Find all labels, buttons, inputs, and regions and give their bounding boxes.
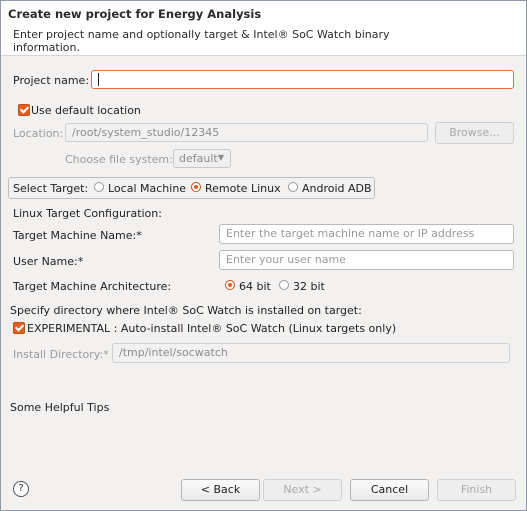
file-system-value: default [179,152,218,165]
socwatch-section-label: Specify directory where Intel® SoC Watch… [10,304,362,317]
chevron-down-icon: ▼ [217,153,224,162]
file-system-label: Choose file system: [65,153,173,166]
arch-label: Target Machine Architecture: [13,280,172,293]
dialog-header: Create new project for Energy Analysis E… [1,1,526,56]
radio-64-bit[interactable] [225,280,235,290]
browse-button[interactable]: Browse... [435,122,514,144]
next-button[interactable]: Next > [263,479,342,501]
finish-button[interactable]: Finish [437,479,516,501]
option-remote-linux-label: Remote Linux [205,182,281,195]
new-project-dialog: Create new project for Energy Analysis E… [0,0,527,511]
auto-install-label: EXPERIMENTAL : Auto-install Intel® SoC W… [27,322,397,335]
radio-remote-linux[interactable] [191,182,201,192]
use-default-location-label: Use default location [31,104,141,117]
use-default-location-checkbox[interactable] [18,104,30,116]
machine-name-input[interactable]: Enter the target machine name or IP addr… [219,224,514,244]
dialog-title: Create new project for Energy Analysis [8,7,262,21]
location-input[interactable]: /root/system_studio/12345 [65,123,428,142]
user-name-label: User Name:* [13,255,84,268]
project-name-input[interactable] [91,70,514,89]
cancel-button[interactable]: Cancel [350,479,429,501]
back-button[interactable]: < Back [181,479,260,501]
dialog-description: Enter project name and optionally target… [13,28,390,54]
option-local-machine-label: Local Machine [108,182,187,195]
arch-64-bit-label: 64 bit [239,280,271,293]
linux-config-section-label: Linux Target Configuration: [13,207,162,220]
file-system-select[interactable]: default ▼ [173,149,231,168]
install-dir-label: Install Directory:* [13,348,109,361]
help-icon[interactable]: ? [13,481,29,497]
project-name-label: Project name: [13,74,90,87]
helpful-tips-label: Some Helpful Tips [10,401,110,414]
radio-local-machine[interactable] [94,182,104,192]
select-target-label: Select Target: [13,182,89,195]
text-caret [98,73,99,86]
machine-name-label: Target Machine Name:* [13,229,142,242]
arch-32-bit-label: 32 bit [293,280,325,293]
location-label: Location: [13,127,64,140]
radio-android-adb[interactable] [288,182,298,192]
radio-32-bit[interactable] [279,280,289,290]
auto-install-checkbox[interactable] [13,322,25,334]
option-android-adb-label: Android ADB [302,182,372,195]
user-name-input[interactable]: Enter your user name [219,250,514,270]
install-dir-input[interactable]: /tmp/intel/socwatch [112,343,510,363]
